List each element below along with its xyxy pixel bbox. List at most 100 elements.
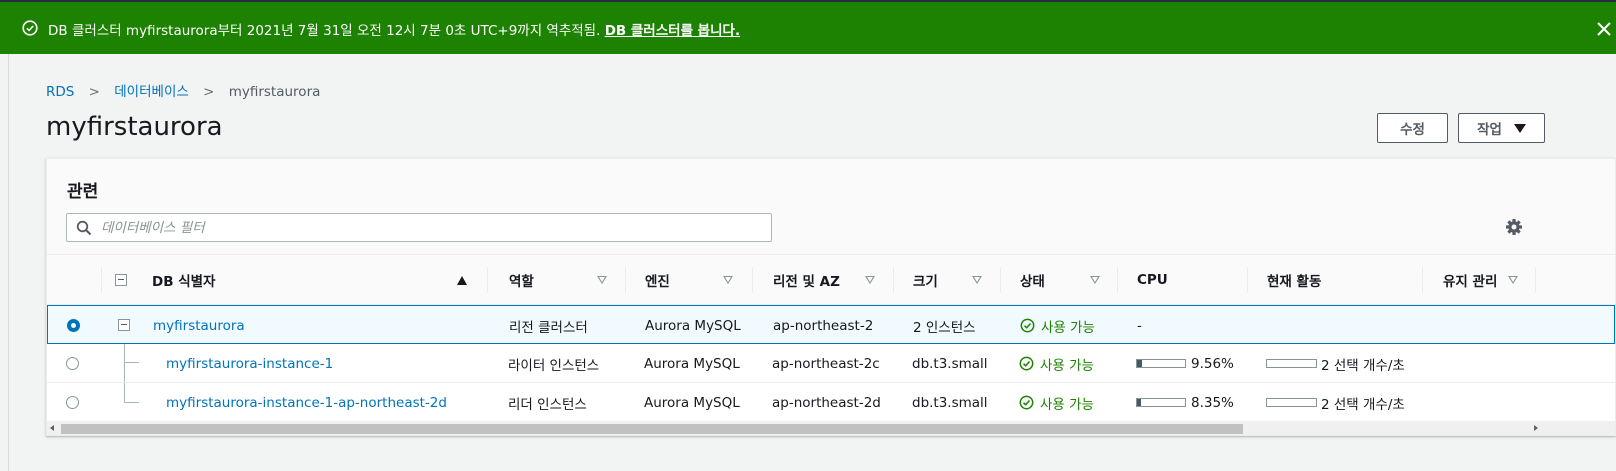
cpu-value: 9.56%	[1191, 355, 1234, 372]
related-panel: 관련 DB 식별자	[46, 158, 1616, 436]
panel-title: 관련	[67, 182, 99, 202]
cpu-cell: 9.56%	[1136, 344, 1234, 383]
table-row-instance[interactable]: myfirstaurora-instance-1 라이터 인스턴스 Aurora…	[47, 344, 1615, 383]
column-filter-icon[interactable]	[597, 276, 607, 284]
db-identifier-link[interactable]: myfirstaurora-instance-1	[166, 344, 333, 383]
column-header-db-identifier[interactable]: DB 식별자	[152, 255, 215, 305]
table-row-cluster[interactable]: myfirstaurora 리전 클러스터 Aurora MySQL ap-no…	[47, 305, 1615, 344]
scroll-left-icon[interactable]	[50, 425, 54, 431]
column-divider	[487, 267, 488, 293]
column-filter-icon[interactable]	[865, 276, 875, 284]
region-cell: ap-northeast-2c	[772, 355, 880, 372]
column-divider	[1000, 267, 1001, 293]
breadcrumb-databases[interactable]: 데이터베이스	[114, 84, 189, 100]
column-header-size[interactable]: 크기	[913, 255, 938, 305]
activity-cell: 2 선택 개수/초	[1266, 383, 1405, 422]
check-circle-icon	[1020, 318, 1035, 333]
status-cell: 사용 가능	[1019, 344, 1094, 383]
cpu-value: 8.35%	[1191, 394, 1234, 411]
cpu-cell: -	[1137, 317, 1142, 334]
column-divider	[101, 267, 102, 293]
row-radio[interactable]	[67, 319, 80, 332]
modify-button[interactable]: 수정	[1377, 113, 1448, 143]
navigation-edge	[8, 54, 9, 471]
region-cell: ap-northeast-2d	[772, 394, 881, 411]
check-circle-icon	[1019, 356, 1034, 371]
column-header-status[interactable]: 상태	[1020, 255, 1045, 305]
cpu-cell: 8.35%	[1136, 383, 1234, 422]
modify-button-label: 수정	[1400, 122, 1425, 138]
page-title: myfirstaurora	[46, 112, 223, 142]
activity-bar	[1266, 398, 1317, 407]
column-header-role[interactable]: 역할	[509, 255, 534, 305]
sort-ascending-icon[interactable]	[457, 276, 467, 285]
flash-message-container: DB 클러스터 myfirstaurora부터 2021년 7월 31일 오전 …	[48, 19, 740, 39]
actions-button-label: 작업	[1477, 122, 1502, 138]
cpu-utilization-fill	[1137, 360, 1142, 367]
table-row-instance[interactable]: myfirstaurora-instance-1-ap-northeast-2d…	[47, 383, 1615, 422]
column-divider	[1535, 267, 1536, 293]
column-filter-icon[interactable]	[1090, 276, 1100, 284]
column-divider	[1247, 267, 1248, 293]
status-cell: 사용 가능	[1019, 383, 1094, 422]
caret-down-icon	[1513, 123, 1526, 133]
cpu-utilization-bar	[1136, 359, 1186, 368]
column-filter-icon[interactable]	[723, 276, 733, 284]
row-radio[interactable]	[66, 357, 79, 370]
db-identifier-link[interactable]: myfirstaurora	[153, 306, 245, 345]
column-header-region-az[interactable]: 리전 및 AZ	[773, 255, 840, 305]
check-circle-icon	[22, 20, 38, 36]
breadcrumb-current: myfirstaurora	[228, 84, 321, 100]
column-divider	[893, 267, 894, 293]
activity-cell: 2 선택 개수/초	[1266, 344, 1405, 383]
status-label: 사용 가능	[1040, 396, 1094, 413]
row-radio[interactable]	[66, 396, 79, 409]
column-header-engine[interactable]: 엔진	[645, 255, 670, 305]
activity-value: 2 선택 개수/초	[1321, 396, 1405, 413]
close-icon[interactable]	[1597, 22, 1611, 36]
collapse-row-icon[interactable]	[118, 319, 130, 331]
breadcrumb-rds[interactable]: RDS	[46, 84, 74, 100]
scroll-right-icon[interactable]	[1534, 425, 1538, 431]
size-cell: db.t3.small	[912, 394, 988, 411]
role-cell: 라이터 인스턴스	[508, 357, 600, 374]
table-header: DB 식별자 역할 엔진 리전 및 AZ 크기 상태 CPU 현재 활동 유지 …	[47, 255, 1615, 305]
column-header-maintenance[interactable]: 유지 관리	[1443, 255, 1497, 305]
size-cell: db.t3.small	[912, 355, 988, 372]
engine-cell: Aurora MySQL	[645, 317, 741, 334]
success-flash-banner: DB 클러스터 myfirstaurora부터 2021년 7월 31일 오전 …	[0, 2, 1616, 54]
activity-value: 2 선택 개수/초	[1321, 357, 1405, 374]
cpu-utilization-fill	[1137, 399, 1141, 406]
column-filter-icon[interactable]	[972, 276, 982, 284]
column-header-current-activity[interactable]: 현재 활동	[1267, 255, 1321, 305]
role-cell: 리더 인스턴스	[508, 396, 587, 413]
role-cell: 리전 클러스터	[509, 319, 588, 336]
region-cell: ap-northeast-2	[773, 317, 874, 334]
status-cell: 사용 가능	[1020, 306, 1095, 345]
column-divider	[625, 267, 626, 293]
actions-button[interactable]: 작업	[1458, 113, 1545, 143]
horizontal-scrollbar[interactable]	[47, 421, 1615, 435]
column-filter-icon[interactable]	[1508, 276, 1518, 284]
collapse-all-icon[interactable]	[115, 274, 127, 286]
column-divider	[1422, 267, 1423, 293]
size-cell: 2 인스턴스	[913, 319, 976, 336]
status-label: 사용 가능	[1041, 319, 1095, 336]
view-cluster-link[interactable]: DB 클러스터를 봅니다.	[605, 23, 740, 39]
search-icon	[76, 220, 92, 236]
column-divider	[752, 267, 753, 293]
chevron-right-icon: >	[203, 84, 215, 100]
chevron-right-icon: >	[88, 84, 100, 100]
flash-message: DB 클러스터 myfirstaurora부터 2021년 7월 31일 오전 …	[48, 23, 601, 39]
gear-icon[interactable]	[1505, 218, 1523, 236]
database-filter-input[interactable]	[101, 217, 761, 239]
engine-cell: Aurora MySQL	[644, 355, 740, 372]
cpu-utilization-bar	[1136, 398, 1186, 407]
column-divider	[1117, 267, 1118, 293]
check-circle-icon	[1019, 395, 1034, 410]
column-header-cpu[interactable]: CPU	[1137, 255, 1168, 305]
database-filter[interactable]	[66, 213, 772, 242]
status-label: 사용 가능	[1040, 357, 1094, 374]
db-identifier-link[interactable]: myfirstaurora-instance-1-ap-northeast-2d	[166, 383, 447, 422]
scrollbar-thumb[interactable]	[61, 424, 1243, 434]
